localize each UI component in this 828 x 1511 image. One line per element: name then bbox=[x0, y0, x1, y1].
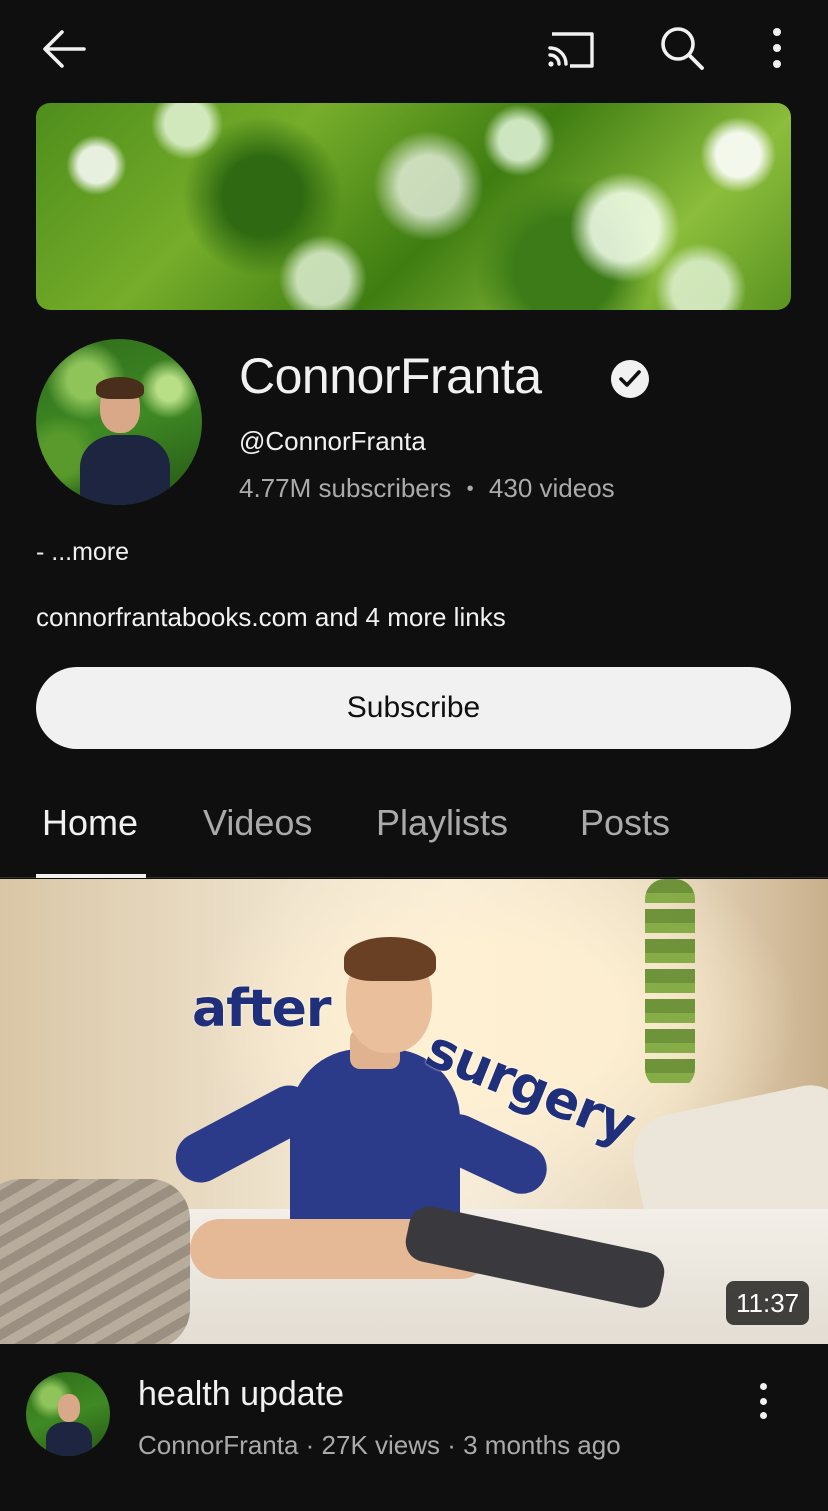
description-more-link[interactable]: - ...more bbox=[36, 538, 129, 567]
subscribe-button[interactable]: Subscribe bbox=[36, 667, 791, 749]
tab-playlists[interactable]: Playlists bbox=[376, 802, 508, 844]
channel-links[interactable]: connorfrantabooks.com and 4 more links bbox=[36, 602, 506, 633]
video-count: 430 videos bbox=[488, 473, 615, 503]
more-options-button[interactable] bbox=[766, 28, 788, 68]
channel-avatar[interactable] bbox=[36, 339, 202, 505]
video-channel-avatar[interactable] bbox=[26, 1372, 110, 1456]
video-info-row[interactable]: health update ConnorFranta · 27K views ·… bbox=[0, 1345, 828, 1511]
back-arrow-icon bbox=[43, 30, 86, 68]
channel-banner bbox=[36, 103, 791, 310]
channel-stats: 4.77M subscribers • 430 videos bbox=[239, 473, 615, 504]
thumbnail-caption-after: after bbox=[192, 979, 331, 1039]
stats-separator: • bbox=[466, 478, 474, 500]
more-vert-icon bbox=[773, 28, 781, 36]
active-tab-indicator bbox=[36, 874, 146, 878]
channel-tabs: Home Videos Playlists Posts bbox=[0, 790, 828, 878]
back-button[interactable] bbox=[36, 22, 90, 76]
channel-handle: @ConnorFranta bbox=[239, 426, 426, 456]
search-icon bbox=[661, 27, 704, 70]
verified-badge-icon bbox=[611, 360, 649, 398]
more-vert-icon bbox=[759, 1383, 767, 1390]
channel-name: ConnorFranta bbox=[239, 348, 542, 404]
top-app-bar bbox=[0, 0, 828, 96]
video-title[interactable]: health update bbox=[138, 1375, 344, 1414]
search-button[interactable] bbox=[654, 20, 710, 76]
cast-icon bbox=[548, 32, 594, 68]
subscriber-count: 4.77M subscribers bbox=[239, 473, 452, 503]
tab-videos[interactable]: Videos bbox=[203, 802, 312, 844]
video-duration-badge: 11:37 bbox=[726, 1281, 810, 1325]
video-meta: ConnorFranta · 27K views · 3 months ago bbox=[138, 1430, 621, 1460]
cast-button[interactable] bbox=[540, 22, 600, 76]
video-thumbnail[interactable]: after surgery bbox=[0, 879, 828, 1344]
tab-home[interactable]: Home bbox=[42, 802, 138, 844]
video-more-options-button[interactable] bbox=[752, 1383, 774, 1419]
tab-posts[interactable]: Posts bbox=[580, 802, 670, 844]
